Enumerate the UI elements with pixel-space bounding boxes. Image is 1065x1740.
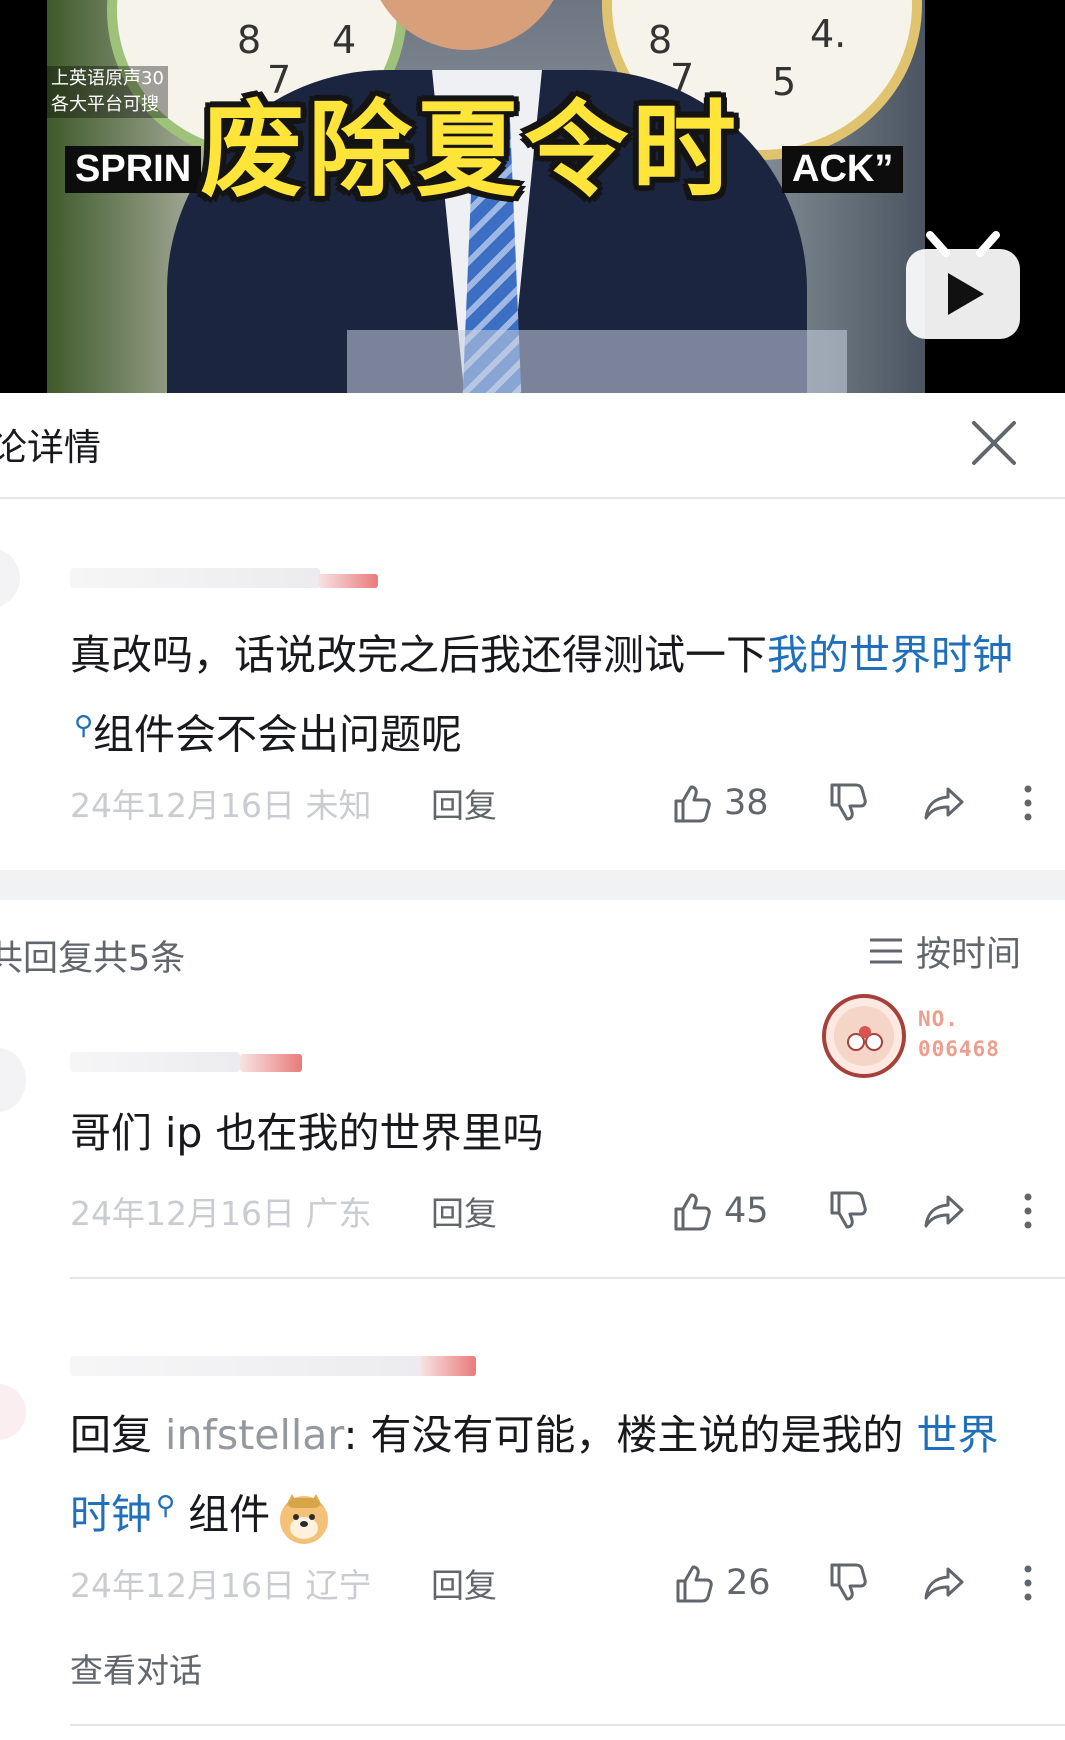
- search-icon[interactable]: ⚲: [74, 711, 93, 741]
- reply-divider: [70, 1724, 1065, 1726]
- avatar[interactable]: [0, 1384, 26, 1440]
- reply-actions: 26: [668, 1558, 1048, 1608]
- reply-text: 哥们 ip 也在我的世界里吗: [70, 1109, 544, 1157]
- username-blurred[interactable]: [70, 568, 320, 588]
- share-arrow-icon: [924, 787, 964, 820]
- share-button[interactable]: [922, 778, 966, 828]
- reply-button[interactable]: 回复: [431, 1187, 497, 1235]
- reply-text: 回复 infstellar: 有没有可能，楼主说的是我的 世界时钟 ⚲ 组件: [70, 1400, 1020, 1551]
- reply-meta: 24年12月16日 辽宁 回复: [70, 1560, 497, 1606]
- close-icon[interactable]: [966, 415, 1022, 471]
- more-vertical-icon: [1024, 1193, 1032, 1229]
- date-location: 24年12月16日 广东: [70, 1194, 372, 1233]
- thumbs-down-icon: [830, 1563, 867, 1601]
- share-button[interactable]: [922, 1558, 966, 1608]
- reply-count: 共回复共5条: [0, 939, 186, 979]
- level-badge: [420, 1356, 476, 1376]
- like-button[interactable]: 26: [672, 1558, 771, 1608]
- fan-badge: NO. 006468: [820, 994, 1020, 1082]
- root-comment-text: 真改吗，话说改完之后我还得测试一下我的世界时钟⚲组件会不会出问题呢: [70, 631, 1013, 759]
- reply-button[interactable]: 回复: [431, 779, 497, 827]
- like-count: 45: [724, 1191, 769, 1231]
- section-separator: [0, 870, 1065, 900]
- share-arrow-icon: [924, 1567, 964, 1600]
- like-count: 38: [724, 783, 769, 823]
- reply-actions: 45: [668, 1186, 1048, 1236]
- dislike-button[interactable]: [826, 1186, 870, 1236]
- thumbs-up-icon: [676, 1565, 713, 1603]
- reply-target-username[interactable]: infstellar: [165, 1411, 344, 1459]
- reply-divider: [70, 1277, 1065, 1279]
- share-arrow-icon: [924, 1195, 964, 1228]
- like-count: 26: [726, 1563, 771, 1603]
- view-conversation-link[interactable]: 查看对话: [70, 1644, 202, 1692]
- more-options-button[interactable]: [1018, 1186, 1038, 1236]
- like-button[interactable]: 38: [670, 778, 769, 828]
- thumbs-down-icon: [830, 783, 867, 821]
- reply-button[interactable]: 回复: [431, 1559, 497, 1607]
- fan-badge-avatar-icon: [822, 994, 906, 1078]
- avatar[interactable]: [0, 1048, 26, 1112]
- date-location: 24年12月16日 辽宁: [70, 1566, 372, 1605]
- dislike-button[interactable]: [826, 778, 870, 828]
- username-blurred[interactable]: [70, 1052, 240, 1072]
- more-vertical-icon: [1024, 785, 1032, 821]
- replies-header: 共回复共5条 按时间: [0, 900, 1065, 1005]
- comment-detail-header: 论详情: [0, 393, 1065, 499]
- page-title: 论详情: [0, 426, 101, 469]
- comment-actions: 38: [668, 778, 1048, 828]
- more-vertical-icon: [1024, 1565, 1032, 1601]
- share-button[interactable]: [922, 1186, 966, 1236]
- menu-lines-icon: [870, 938, 902, 964]
- doge-emoji-icon: [276, 1490, 332, 1546]
- more-options-button[interactable]: [1018, 778, 1038, 828]
- thumbs-up-icon: [674, 1193, 711, 1231]
- search-icon[interactable]: ⚲: [156, 1491, 175, 1521]
- sort-by-time-button[interactable]: 按时间: [868, 928, 1021, 975]
- video-headline: 废除夏令时: [199, 89, 740, 211]
- thumbs-up-icon: [674, 785, 711, 823]
- level-badge: [240, 1054, 302, 1072]
- level-badge: [318, 574, 378, 588]
- thumbs-down-icon: [830, 1191, 867, 1229]
- video-player[interactable]: 8 4 7 8 4. 7 5 上英语原声30 各大平台可搜 SPRIN ACK”…: [0, 0, 1065, 393]
- bilibili-tv-play-icon[interactable]: [902, 225, 1024, 343]
- more-options-button[interactable]: [1018, 1558, 1038, 1608]
- date-location: 24年12月16日 未知: [70, 786, 372, 825]
- reply-meta: 24年12月16日 广东 回复: [70, 1188, 497, 1234]
- comment-meta: 24年12月16日 未知 回复: [70, 780, 497, 826]
- avatar[interactable]: [0, 548, 20, 608]
- dislike-button[interactable]: [826, 1558, 870, 1608]
- search-link-world-clock[interactable]: 我的世界时钟: [767, 631, 1013, 679]
- username-blurred[interactable]: [70, 1356, 430, 1376]
- like-button[interactable]: 45: [670, 1186, 769, 1236]
